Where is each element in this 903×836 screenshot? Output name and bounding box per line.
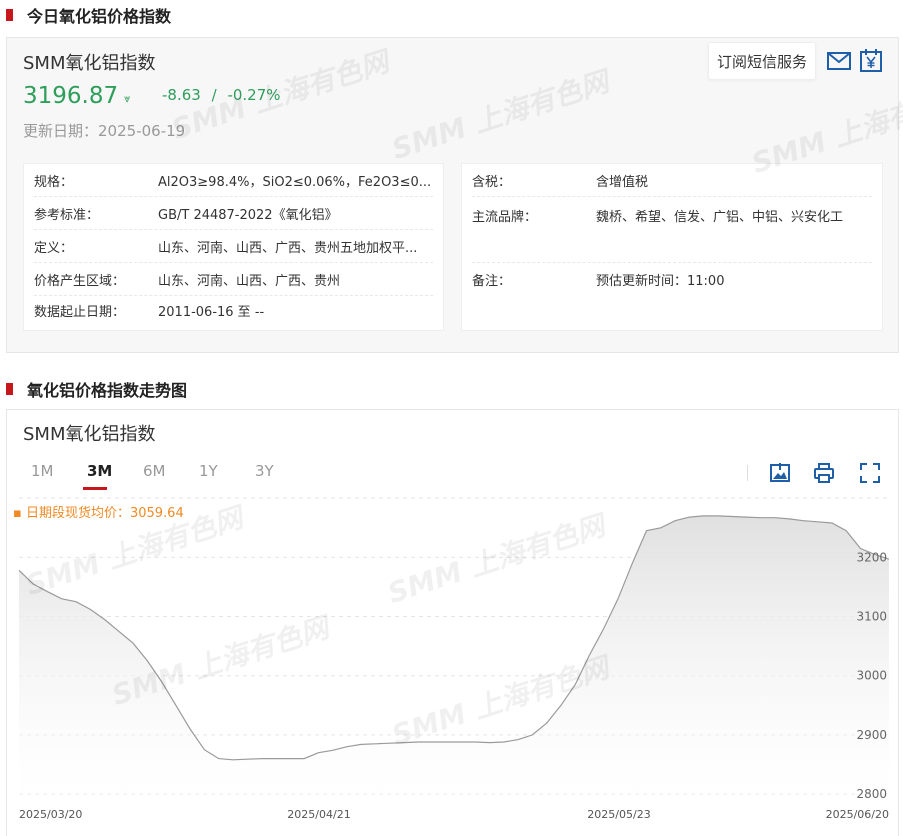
spec-key: 价格产生区域： [34, 273, 126, 289]
section-marker [6, 9, 13, 21]
spec-value: 山东、河南、山西、广西、贵州 [158, 273, 341, 289]
y-tick-label: 3100 [856, 610, 887, 624]
subscribe-sms-button[interactable]: 订阅短信服务 [708, 42, 816, 80]
spec-key: 定义： [34, 240, 74, 256]
spec-value: 魏桥、希望、信发、广铝、中铝、兴安化工 [596, 210, 844, 225]
spec-key: 规格： [34, 174, 74, 190]
spec-key: 参考标准： [34, 207, 100, 223]
section-title-text: 今日氧化铝价格指数 [27, 7, 172, 26]
price-trend-chart: 2800 2900 3000 3100 3200 2025/03/20 2025/04/21… [18, 497, 890, 821]
index-value-wrap: 3196.87 ⩔ [23, 83, 130, 109]
y-tick-label: 3000 [856, 669, 887, 683]
spec-key: 主流品牌： [472, 210, 538, 225]
x-tick-label: 2025/03/20 [19, 808, 82, 821]
spec-box-right: 含税： 含增值税 主流品牌： 魏桥、希望、信发、广铝、中铝、兴安化工 备注： 预… [461, 163, 883, 331]
x-tick-label: 2025/06/20 [826, 808, 889, 821]
update-date-value: 2025-06-19 [98, 122, 186, 140]
spec-key: 备注： [472, 274, 512, 289]
section-marker [6, 383, 13, 395]
index-summary-card: SMM氧化铝指数 3196.87 ⩔ -8.63 / -0.27% 更新日期：2… [6, 37, 903, 353]
spec-box-left: 规格： Al2O3≥98.4%，SiO2≤0.06%，Fe2O3≤0... 参考… [23, 163, 444, 331]
spec-value: 含增值税 [596, 174, 649, 190]
spec-value: GB/T 24487-2022《氧化铝》 [158, 207, 338, 223]
spec-key: 数据起止日期： [34, 305, 126, 320]
change-percent: -0.27% [227, 86, 281, 104]
section-title-text: 氧化铝价格指数走势图 [27, 381, 188, 400]
y-tick-label: 2800 [856, 787, 887, 801]
spec-value: 预估更新时间：11:00 [596, 274, 725, 289]
x-tick-label: 2025/05/23 [587, 808, 650, 821]
y-tick-label: 3200 [856, 550, 887, 564]
spec-value: 2011-06-16 至 -- [158, 305, 265, 320]
change-value: -8.63 [162, 86, 201, 104]
change-separator: / [211, 86, 217, 104]
spec-row: 价格产生区域： 山东、河南、山西、广西、贵州 [34, 263, 433, 296]
down-arrow-icon: ⩔ [124, 92, 131, 105]
x-tick-label: 2025/04/21 [287, 808, 350, 821]
spec-row: 参考标准： GB/T 24487-2022《氧化铝》 [34, 197, 433, 230]
update-date-label: 更新日期： [23, 122, 99, 140]
spec-row: 备注： 预估更新时间：11:00 [472, 263, 872, 296]
spec-value: 山东、河南、山西、广西、贵州五地加权平... [158, 240, 418, 256]
spec-row: 含税： 含增值税 [472, 164, 872, 197]
index-value: 3196.87 [23, 83, 119, 109]
spec-key: 含税： [472, 174, 512, 190]
y-tick-label: 2900 [856, 728, 887, 742]
section-title-today: 今日氧化铝价格指数 [6, 4, 171, 26]
series-area [19, 515, 889, 800]
spec-row: 主流品牌： 魏桥、希望、信发、广铝、中铝、兴安化工 [472, 197, 872, 263]
spec-row: 数据起止日期： 2011-06-16 至 -- [34, 294, 433, 327]
index-name: SMM氧化铝指数 [23, 53, 156, 74]
trend-chart-card: SMM氧化铝指数 1M 3M 6M 1Y 3Y ▪ 日期段现货均价：3059.6… [6, 409, 899, 836]
watermark: SMM 上海有色网 [387, 64, 613, 166]
currency-yuan-icon[interactable] [858, 48, 884, 74]
mail-icon[interactable] [826, 48, 852, 74]
section-title-trend: 氧化铝价格指数走势图 [6, 378, 187, 400]
spec-value: Al2O3≥98.4%，SiO2≤0.06%，Fe2O3≤0... [158, 174, 432, 190]
spec-row: 规格： Al2O3≥98.4%，SiO2≤0.06%，Fe2O3≤0... [34, 164, 433, 197]
index-change: -8.63 / -0.27% [162, 86, 281, 104]
spec-row: 定义： 山东、河南、山西、广西、贵州五地加权平... [34, 230, 433, 263]
update-date: 更新日期：2025-06-19 [23, 120, 185, 141]
